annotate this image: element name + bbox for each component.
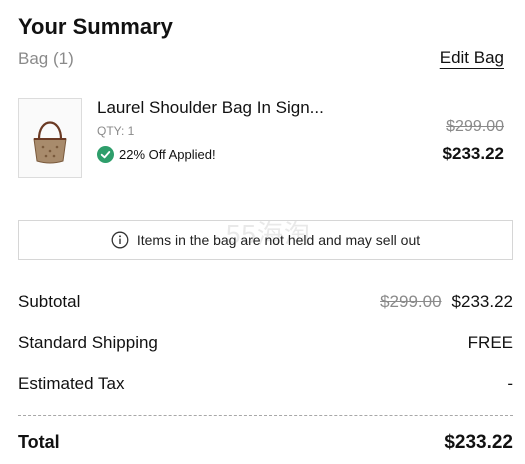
check-circle-icon [97,145,114,163]
product-qty: QTY: 1 [97,124,135,138]
bag-count: Bag (1) [18,49,74,68]
notice-text: Items in the bag are not held and may se… [136,232,421,248]
subtotal-value: $233.22 [451,292,513,311]
summary-title: Your Summary [18,14,173,39]
shipping-value: FREE [467,333,513,352]
tax-label: Estimated Tax [18,374,125,393]
subtotal-label: Subtotal [18,292,81,311]
discount-text: 22% Off Applied! [119,146,216,162]
subtotal-row: Subtotal $299.00 $233.22 [18,292,513,312]
sale-price: $233.22 [442,144,504,163]
product-name[interactable]: Laurel Shoulder Bag In Sign... [97,98,324,118]
product-thumbnail[interactable] [18,98,82,178]
info-icon [111,231,129,249]
total-label: Total [18,432,60,452]
discount-applied: 22% Off Applied! [97,144,216,164]
original-price: $299.00 [446,118,504,135]
shipping-label: Standard Shipping [18,333,158,352]
edit-bag-link[interactable]: Edit Bag [440,48,504,68]
divider [18,415,513,416]
tax-row: Estimated Tax - [18,374,513,394]
shipping-row: Standard Shipping FREE [18,333,513,353]
total-row: Total $233.22 [18,432,513,454]
shoulder-bag-image [33,121,67,164]
bag-notice: Items in the bag are not held and may se… [18,220,513,260]
subtotal-original: $299.00 [380,292,442,311]
tax-value: - [507,374,513,393]
total-value: $233.22 [444,432,513,453]
